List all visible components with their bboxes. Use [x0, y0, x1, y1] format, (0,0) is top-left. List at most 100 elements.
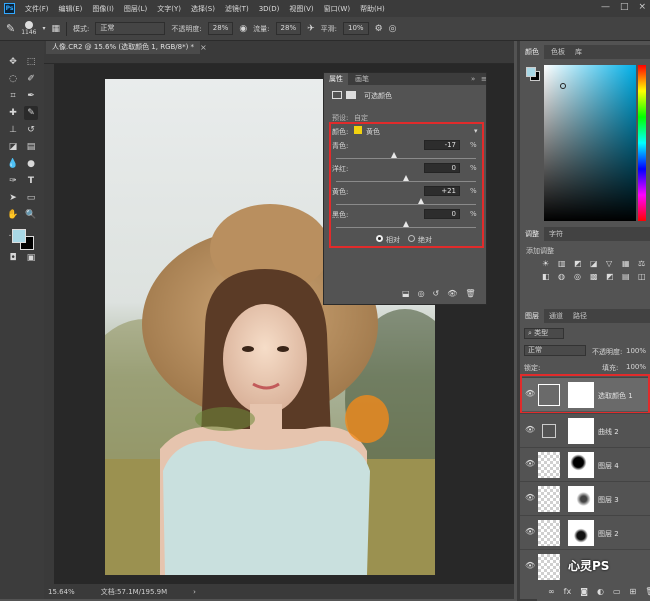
tab-channels[interactable]: 通道 [544, 309, 568, 323]
menu-window[interactable]: 窗口(W) [324, 4, 350, 14]
blur-tool-icon[interactable]: 💧 [6, 157, 20, 171]
mask-thumb[interactable] [568, 486, 594, 512]
zoom-level[interactable]: 15.64% [48, 588, 75, 596]
foreground-color-swatch[interactable] [526, 67, 536, 77]
opacity-field[interactable]: 100% [626, 347, 646, 355]
tab-paths[interactable]: 路径 [568, 309, 592, 323]
photo-filter-icon[interactable]: ◍ [558, 272, 570, 281]
tab-character[interactable]: 字符 [544, 227, 568, 241]
dodge-tool-icon[interactable]: ● [24, 157, 38, 171]
mask-thumb[interactable] [568, 418, 594, 444]
pen-tool-icon[interactable]: ✑ [6, 174, 20, 188]
hue-slider[interactable] [638, 65, 646, 221]
color-lookup-icon[interactable]: ▩ [590, 272, 602, 281]
marquee-tool-icon[interactable]: ⬚ [24, 55, 38, 69]
chevron-down-icon[interactable]: ▾ [43, 25, 46, 32]
layer-name[interactable]: 图层 2 [598, 529, 619, 539]
smoothing-field[interactable]: 10% [343, 22, 369, 35]
panel-menu-icon[interactable]: ≡ [476, 73, 492, 85]
hand-tool-icon[interactable]: ✋ [6, 208, 20, 222]
trash-icon[interactable]: 🗑 [645, 587, 650, 596]
menu-image[interactable]: 图像(I) [92, 4, 114, 14]
foreground-color-swatch[interactable] [12, 229, 26, 243]
new-adjustment-icon[interactable]: ◐ [597, 587, 604, 596]
exposure-icon[interactable]: ◪ [590, 259, 602, 268]
tab-adjustments[interactable]: 调整 [520, 227, 544, 241]
maximize-button[interactable]: □ [620, 2, 629, 12]
pressure-opacity-icon[interactable]: ◉ [239, 24, 247, 34]
quick-mask-icon[interactable]: ◘ [6, 251, 20, 265]
eye-icon[interactable]: 👁 [525, 460, 535, 468]
layer-kind-filter[interactable]: ⌕ 类型 [524, 328, 564, 339]
eye-icon[interactable]: 👁 [525, 426, 535, 434]
new-layer-icon[interactable]: ⊞ [630, 587, 637, 596]
pressure-size-icon[interactable]: ◎ [389, 24, 397, 34]
history-brush-icon[interactable]: ↺ [24, 123, 38, 137]
folder-icon[interactable]: ▭ [613, 587, 621, 596]
layer-row[interactable]: 👁 曲线 2 [520, 413, 650, 447]
menu-3d[interactable]: 3D(D) [259, 5, 280, 13]
layer-row[interactable]: 👁 图层 2 [520, 515, 650, 549]
menu-view[interactable]: 视图(V) [289, 4, 313, 14]
reset-icon[interactable]: ↺ [433, 289, 440, 298]
mask-icon[interactable] [346, 91, 356, 99]
visibility-eye-icon[interactable]: 👁 [447, 289, 457, 298]
lasso-tool-icon[interactable]: ◌ [6, 72, 20, 86]
menu-filter[interactable]: 滤镜(T) [225, 4, 249, 14]
menu-select[interactable]: 选择(S) [191, 4, 215, 14]
menu-edit[interactable]: 编辑(E) [59, 4, 83, 14]
document-tab[interactable]: 人像.CR2 @ 15.6% (选取颜色 1, RGB/8*) * [46, 41, 201, 54]
color-picker-cursor[interactable] [560, 83, 566, 89]
levels-icon[interactable]: ▥ [558, 259, 570, 268]
color-picker-field[interactable] [544, 65, 636, 221]
tab-brush[interactable]: 画笔 [350, 73, 374, 85]
brush-tool-icon[interactable]: ✎ [6, 22, 15, 35]
clip-to-layer-icon[interactable]: ⬓ [402, 289, 410, 298]
mask-thumb[interactable] [568, 452, 594, 478]
zoom-tool-icon[interactable]: 🔍 [24, 208, 38, 222]
invert-icon[interactable]: ◩ [606, 272, 618, 281]
channel-mixer-icon[interactable]: ◎ [574, 272, 586, 281]
move-tool-icon[interactable]: ✥ [6, 55, 20, 69]
eraser-tool-icon[interactable]: ◪ [6, 140, 20, 154]
layer-row[interactable]: 👁 图层 3 [520, 481, 650, 515]
path-select-icon[interactable]: ➤ [6, 191, 20, 205]
threshold-icon[interactable]: ◫ [638, 272, 650, 281]
blend-mode-select[interactable]: 正常 [524, 345, 586, 356]
airbrush-icon[interactable]: ✈ [307, 24, 315, 34]
quick-select-icon[interactable]: ✐ [24, 72, 38, 86]
screen-mode-icon[interactable]: ▣ [24, 251, 38, 265]
layer-name[interactable]: 曲线 2 [598, 427, 619, 437]
layer-row[interactable]: 👁 图层 4 [520, 447, 650, 481]
color-balance-icon[interactable]: ⚖ [638, 259, 650, 268]
vibrance-icon[interactable]: ▽ [606, 259, 618, 268]
brush-preset-picker[interactable]: 1146 [21, 21, 37, 36]
layer-name[interactable]: 图层 3 [598, 495, 619, 505]
posterize-icon[interactable]: ▤ [622, 272, 634, 281]
close-tab-icon[interactable]: × [200, 41, 207, 54]
tab-properties[interactable]: 属性 [324, 73, 348, 85]
menu-file[interactable]: 文件(F) [25, 4, 49, 14]
eye-icon[interactable]: 👁 [525, 562, 535, 570]
link-icon[interactable]: ∞ [548, 587, 555, 596]
trash-icon[interactable]: 🗑 [465, 289, 475, 298]
eye-icon[interactable]: 👁 [525, 494, 535, 502]
menu-layer[interactable]: 图层(L) [124, 4, 147, 14]
minimize-button[interactable]: — [601, 2, 610, 12]
flow-field[interactable]: 28% [275, 22, 302, 35]
clone-stamp-icon[interactable]: ⊥ [6, 123, 20, 137]
brush-tool-icon[interactable]: ✎ [24, 106, 38, 120]
type-tool-icon[interactable]: T [24, 174, 38, 188]
add-mask-icon[interactable]: ◙ [580, 587, 588, 596]
tab-libraries[interactable]: 库 [570, 45, 587, 59]
brush-settings-icon[interactable]: ▦ [52, 24, 61, 34]
hue-saturation-icon[interactable]: ▦ [622, 259, 634, 268]
brightness-icon[interactable]: ☀ [542, 259, 554, 268]
mask-thumb[interactable] [568, 520, 594, 546]
curves-icon[interactable]: ◩ [574, 259, 586, 268]
gradient-tool-icon[interactable]: ▤ [24, 140, 38, 154]
view-previous-icon[interactable]: ◎ [418, 289, 425, 298]
opacity-field[interactable]: 28% [207, 22, 234, 35]
eye-icon[interactable]: 👁 [525, 528, 535, 536]
mode-select[interactable]: 正常 [95, 22, 166, 35]
